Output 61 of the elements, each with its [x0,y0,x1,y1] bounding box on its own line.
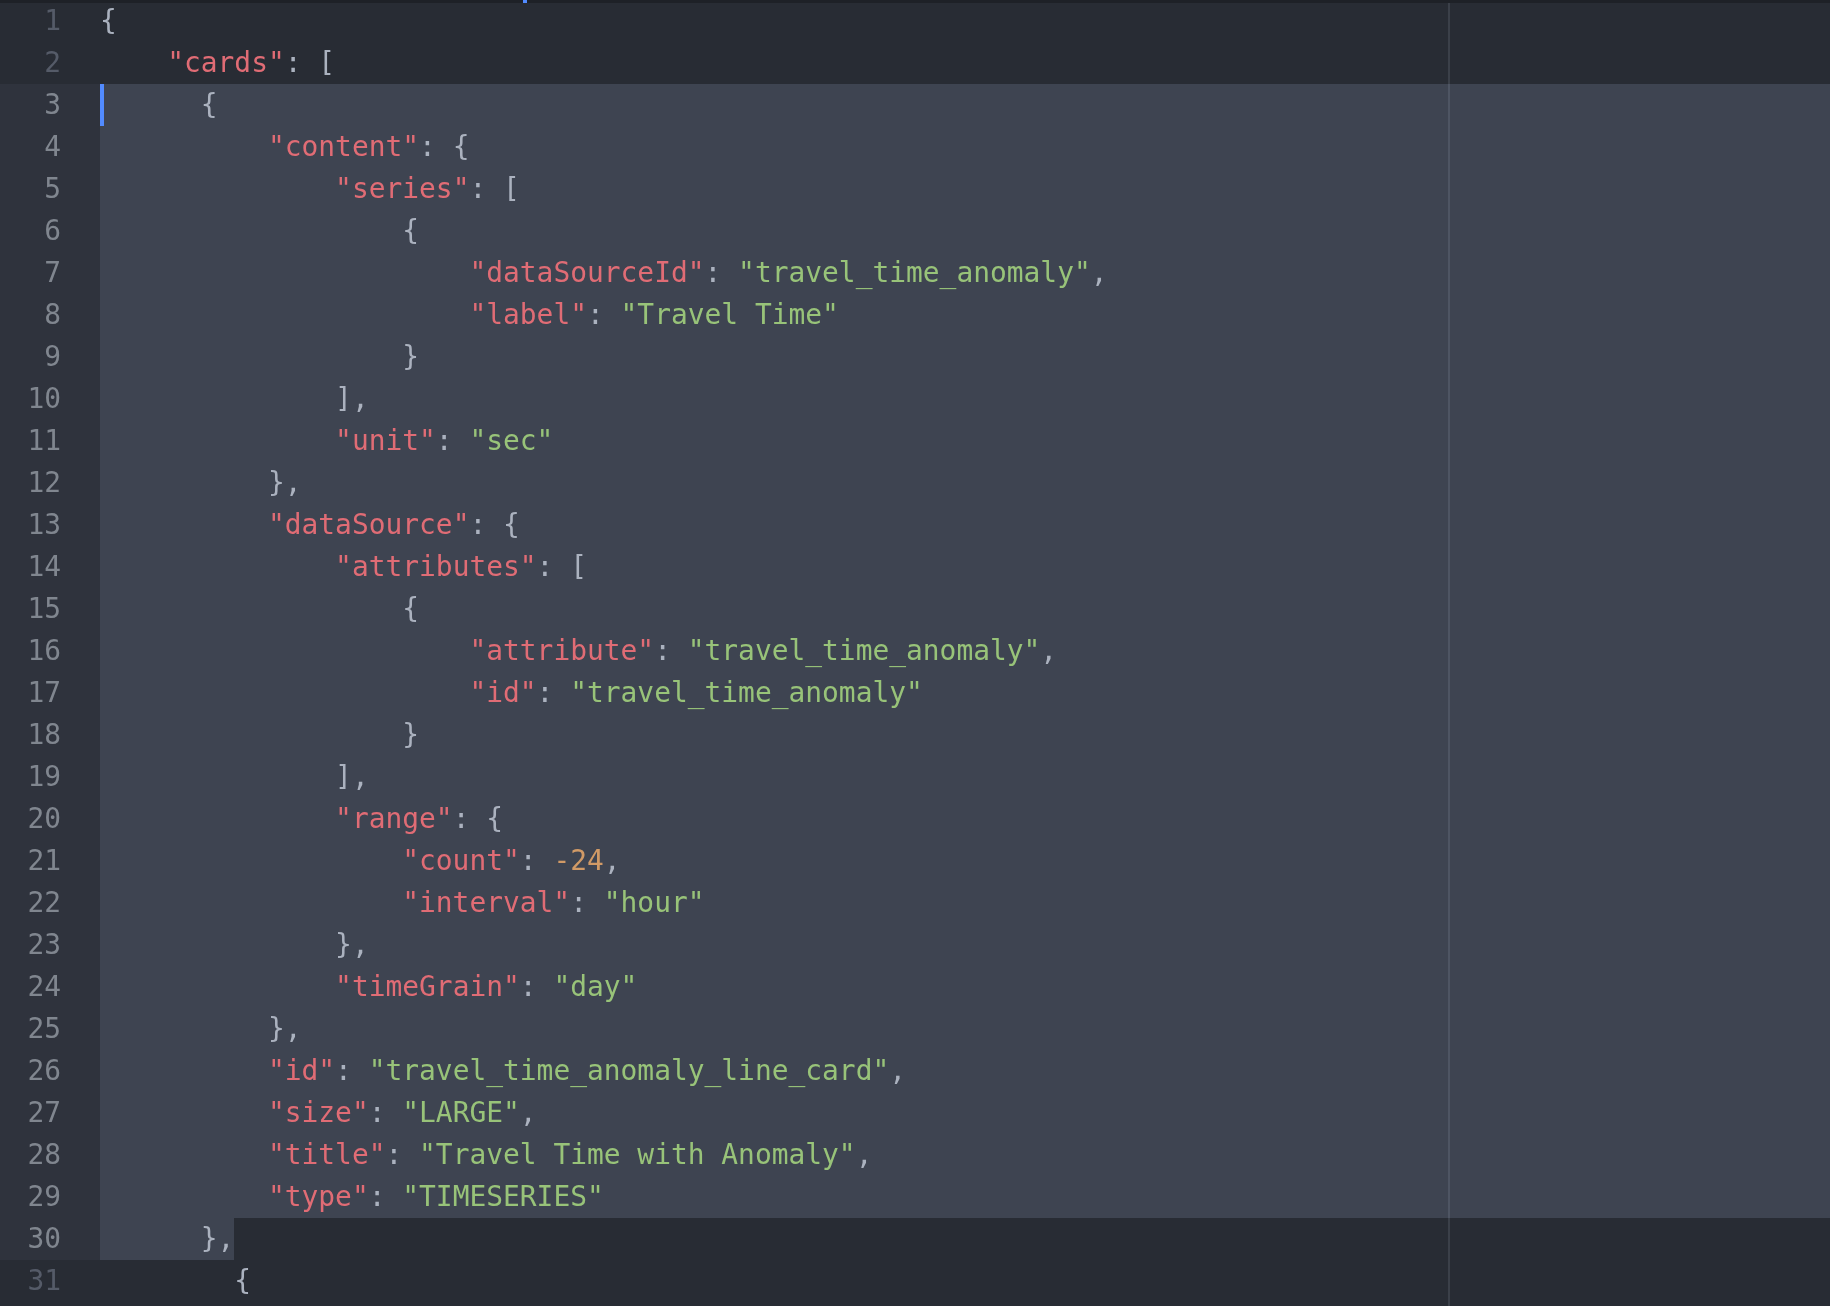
code-line: "size": "LARGE", [267,1095,537,1131]
line-number: 13 [27,507,61,543]
line-number: 7 [44,255,61,291]
code-line: "dataSourceId": "travel_time_anomaly", [469,255,1108,291]
code-line: { [200,87,218,123]
code-line: "label": "Travel Time" [469,297,839,333]
line-number: 4 [44,129,61,165]
line-number: 26 [27,1053,61,1089]
code-line: "attribute": "travel_time_anomaly", [469,633,1058,669]
code-line: ], [335,381,369,417]
position-marker [523,0,527,3]
line-number: 29 [27,1179,61,1215]
line-number: 14 [27,549,61,585]
code-line: "timeGrain": "day" [335,969,638,1005]
code-line: "interval": "hour" [402,885,705,921]
line-number: 22 [27,885,61,921]
code-line: }, [200,1221,235,1257]
code-line: "dataSource": { [267,507,520,543]
code-line: "content": { [267,129,470,165]
line-number: 21 [27,843,61,879]
line-number: 20 [27,801,61,837]
line-number: 23 [27,927,61,963]
line-number: 5 [44,171,61,207]
line-number: 25 [27,1011,61,1047]
code-line: "title": "Travel Time with Anomaly", [267,1137,873,1173]
code-line: }, [267,1011,302,1047]
code-line: "series": [ [335,171,520,207]
code-line: }, [335,927,369,963]
code-line: "id": "travel_time_anomaly" [469,675,923,711]
line-number: 27 [27,1095,61,1131]
code-line: }, [267,465,302,501]
line-number: 30 [27,1221,61,1257]
line-number: 12 [27,465,61,501]
code-line: { [402,213,420,249]
code-line: "range": { [335,801,503,837]
code-line: { [402,591,420,627]
code-line: ], [335,759,369,795]
line-number: 8 [44,297,61,333]
line-number: 6 [44,213,61,249]
code-line: { [234,1263,252,1299]
code-line: "unit": "sec" [335,423,554,459]
line-number: 24 [27,969,61,1005]
line-number: 19 [27,759,61,795]
code-editor[interactable] [0,0,1830,1306]
line-number: 9 [44,339,61,375]
code-line: "cards": [ [167,45,336,81]
code-line: } [402,339,420,375]
line-number: 16 [27,633,61,669]
code-line: } [402,717,420,753]
code-line: "type": "TIMESERIES" [267,1179,604,1215]
line-number: 17 [27,675,61,711]
code-line: "attributes": [ [335,549,587,585]
code-line: "id": "travel_time_anomaly_line_card", [267,1053,907,1089]
line-number: 28 [27,1137,61,1173]
code-line: { [100,3,117,39]
line-number: 15 [27,591,61,627]
line-number: 3 [44,87,61,123]
code-line: "count": -24, [402,843,621,879]
line-number: 10 [27,381,61,417]
line-number: 11 [27,423,61,459]
line-number: 18 [27,717,61,753]
